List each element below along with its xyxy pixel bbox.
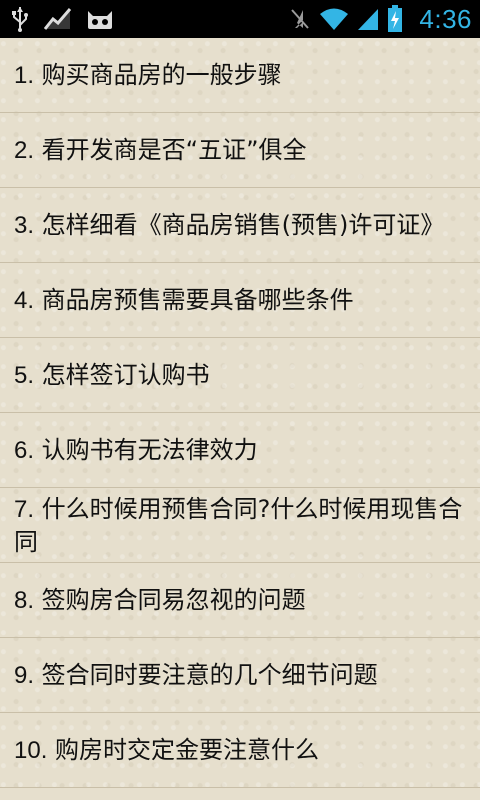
clock-time: 4:36 (419, 3, 472, 34)
list-item[interactable]: 5. 怎样签订认购书 (0, 338, 480, 413)
article-list: 1. 购买商品房的一般步骤 2. 看开发商是否“五证”俱全 3. 怎样细看《商品… (0, 38, 480, 788)
list-item[interactable]: 8. 签购房合同易忽视的问题 (0, 563, 480, 638)
item-number: 6. (14, 436, 35, 464)
item-title: 看开发商是否“五证”俱全 (41, 135, 307, 164)
item-title: 怎样细看《商品房销售(预售)许可证》 (41, 210, 445, 239)
item-number: 1. (14, 61, 35, 89)
item-title: 怎样签订认购书 (41, 360, 210, 389)
item-number: 3. (14, 211, 35, 239)
item-number: 7. (14, 495, 35, 523)
list-item[interactable]: 2. 看开发商是否“五证”俱全 (0, 113, 480, 188)
item-title: 认购书有无法律效力 (41, 435, 258, 464)
list-item[interactable]: 1. 购买商品房的一般步骤 (0, 38, 480, 113)
vibrate-off-icon (289, 7, 311, 31)
item-number: 5. (14, 361, 35, 389)
system-icons: 4:36 (289, 0, 472, 38)
usb-icon (10, 6, 30, 32)
list-item[interactable]: 3. 怎样细看《商品房销售(预售)许可证》 (0, 188, 480, 263)
status-bar: 4:36 (0, 0, 480, 38)
list-item[interactable]: 4. 商品房预售需要具备哪些条件 (0, 263, 480, 338)
cyanogen-bot-icon (86, 7, 114, 31)
notification-icons (10, 0, 114, 38)
item-title: 购买商品房的一般步骤 (41, 60, 282, 89)
list-item[interactable]: 6. 认购书有无法律效力 (0, 413, 480, 488)
list-item[interactable]: 10. 购房时交定金要注意什么 (0, 713, 480, 788)
item-number: 10. (14, 736, 48, 764)
list-item[interactable]: 7. 什么时候用预售合同?什么时候用现售合同 (0, 488, 480, 563)
item-title: 购房时交定金要注意什么 (55, 735, 320, 764)
list-item[interactable]: 9. 签合同时要注意的几个细节问题 (0, 638, 480, 713)
item-title: 商品房预售需要具备哪些条件 (41, 285, 354, 314)
battery-charging-icon (387, 5, 403, 33)
item-number: 8. (14, 586, 35, 614)
item-title: 签购房合同易忽视的问题 (41, 585, 306, 614)
item-title: 什么时候用预售合同?什么时候用现售合同 (14, 494, 463, 556)
activity-chart-icon (44, 7, 72, 31)
wifi-icon (319, 7, 349, 31)
signal-icon (357, 7, 379, 31)
item-number: 2. (14, 136, 35, 164)
item-number: 9. (14, 661, 35, 689)
item-number: 4. (14, 286, 35, 314)
item-title: 签合同时要注意的几个细节问题 (41, 660, 378, 689)
